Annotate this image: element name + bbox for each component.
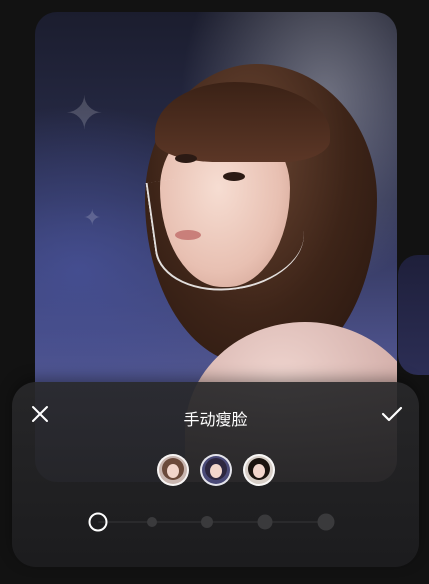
sparkle-icon: ✦ (65, 86, 104, 140)
slim-face-panel: 手动瘦脸 (12, 382, 419, 567)
intensity-slider[interactable] (88, 510, 338, 534)
thumbnail-face (253, 464, 265, 478)
screen: ✦ ✦ 手动瘦脸 (0, 0, 429, 584)
face-selector (157, 454, 275, 486)
face-thumbnail[interactable] (200, 454, 232, 486)
subject-eye (175, 154, 197, 163)
face-thumbnail[interactable] (243, 454, 275, 486)
slider-stop[interactable] (201, 516, 213, 528)
slider-stop[interactable] (317, 513, 335, 531)
sparkle-icon: ✦ (83, 206, 102, 231)
slider-thumb[interactable] (88, 512, 108, 532)
thumbnail-face (167, 464, 179, 478)
face-thumbnail[interactable] (157, 454, 189, 486)
slider-stop[interactable] (147, 517, 157, 527)
background-glow (398, 255, 429, 375)
panel-title: 手动瘦脸 (183, 410, 248, 429)
thumbnail-face (210, 464, 222, 478)
checkmark-icon (381, 406, 403, 422)
confirm-button[interactable] (378, 400, 406, 428)
slider-stop[interactable] (257, 514, 273, 530)
